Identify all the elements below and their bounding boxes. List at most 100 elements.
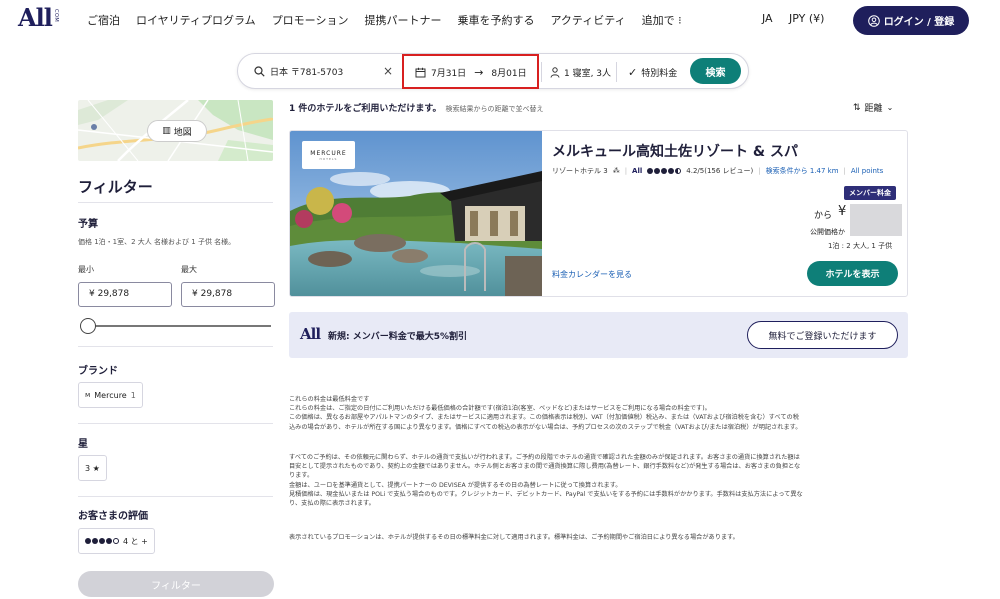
search-icon — [254, 66, 265, 77]
hotel-card[interactable]: MERCURE HOTELS メルキュール高知土佐リゾート & スパ リゾートホ… — [289, 130, 908, 297]
disclaimer-line: この価格は、異なるお部屋やアパルトマンのタイプ、またはサービスに適用されます。こ… — [289, 414, 799, 422]
brand-chip-mercure[interactable]: ᴍ Mercure 1 — [78, 382, 143, 408]
hotel-rating[interactable]: 4.2/5(156 レビュー) — [686, 166, 753, 176]
sort-icon: ⇅ — [853, 102, 861, 113]
disclaimer-line: 込みの場合があり、ホテルが所在する国により異なります。価格にすべての税込の表示が… — [289, 423, 802, 431]
max-price-input[interactable]: ¥ 29,878 — [181, 282, 275, 307]
min-price-label: 最小 — [78, 265, 94, 274]
price-slider-handle[interactable] — [80, 318, 96, 334]
search-divider — [616, 62, 617, 82]
user-icon — [867, 14, 880, 27]
nav-stays[interactable]: ご宿泊 — [87, 12, 120, 28]
hotel-name[interactable]: メルキュール高知土佐リゾート & スパ — [552, 141, 798, 161]
star-chip-3[interactable]: 3 ★ — [78, 455, 107, 481]
budget-title: 予算 — [78, 219, 98, 230]
sort-label: 距離 — [864, 104, 883, 114]
currency-selector[interactable]: JPY (¥) — [789, 12, 824, 25]
rating-dots-icon — [85, 538, 119, 544]
all-points-link[interactable]: All points — [851, 167, 883, 175]
rating-dot — [668, 168, 675, 174]
map-icon: ▥ — [162, 126, 171, 136]
divider — [78, 423, 273, 424]
divider — [78, 496, 273, 497]
public-price-label: 公開価格か — [810, 228, 845, 236]
disclaimer-line: これらの料金は、ご指定の日付にご利用いただける最低価格の合計額です(宿泊1泊(客… — [289, 405, 711, 413]
brand-title: ブランド — [78, 366, 118, 377]
per-stay-note: 1泊 : 2 大人, 1 子供 — [828, 242, 893, 250]
person-icon — [550, 67, 560, 78]
hotel-distance: 検索条件から 1.47 km — [765, 167, 839, 175]
results-count-text: 1 件のホテルをご利用いただけます。 — [289, 104, 442, 114]
meta-separator: | — [624, 167, 628, 175]
price-slider-track[interactable] — [88, 325, 271, 327]
brand-badge-sub: HOTELS — [319, 156, 338, 161]
price-value-redacted — [850, 204, 902, 236]
rating-dot — [647, 168, 654, 174]
calendar-icon — [415, 67, 426, 78]
guests-field[interactable]: 1 寝室, 3人 — [550, 66, 611, 79]
nav-activities[interactable]: アクティビティ — [550, 12, 625, 28]
promo-text: 新規: メンバー料金で最大5%割引 — [328, 332, 468, 342]
all-mini-logo: All — [632, 167, 643, 175]
nav-book-ride[interactable]: 乗車を予約する — [457, 12, 534, 28]
disclaimer-line: 金額は、ユーロを基準通貨として、提携パートナーの DEVISEA が提供するその… — [289, 481, 622, 489]
disclaimer-promotions: 表示されているプロモーションは、ホテルが提供するその日の標準料金に対して適用され… — [289, 533, 907, 542]
search-divider — [541, 62, 542, 82]
rating-dot — [661, 168, 668, 174]
location-field[interactable]: 日本 〒781-5703 — [254, 65, 343, 78]
disclaimer-line: 表示されているプロモーションは、ホテルが提供するその日の標準料金に対して適用され… — [289, 534, 739, 541]
hotel-type: リゾートホテル 3 — [552, 167, 608, 175]
free-signup-button[interactable]: 無料でご登録いただけます — [747, 321, 898, 349]
disclaimer-line: これらの料金は最低料金です — [289, 396, 370, 403]
nav-more[interactable]: 追加で ⁝ — [642, 12, 682, 28]
logo-suffix: COM — [52, 9, 59, 23]
divider — [78, 202, 273, 203]
sort-dropdown[interactable]: ⇅ 距離 ⌄ — [853, 101, 894, 115]
hotel-meta: リゾートホテル 3 ⁂ | All 4.2/5(156 レビュー) | 検索条件… — [552, 166, 883, 176]
nav-partners[interactable]: 提携パートナー — [364, 12, 441, 28]
meta-separator: | — [758, 167, 761, 175]
date-range-field[interactable]: 7月31日 → 8月01日 — [415, 66, 527, 79]
brand-chip-label: Mercure — [94, 390, 127, 400]
min-price-input[interactable]: ¥ 29,878 — [78, 282, 172, 307]
chevron-down-icon: ⌄ — [886, 103, 894, 112]
member-rate-badge: メンバー料金 — [844, 186, 896, 200]
brand-chip-count: 1 — [130, 390, 136, 400]
meta-separator: | — [843, 167, 846, 175]
disclaimer-line: り、支払の際に表示されます。 — [289, 500, 375, 508]
search-button[interactable]: 検索 — [690, 58, 741, 84]
disclaimer-currency: すべてのご予約は、その依頼元に関わらず、ホテルの通貨で支払いが行われます。ご予約… — [289, 453, 907, 508]
disclaimer-line: すべてのご予約は、その依頼元に関わらず、ホテルの通貨で支払いが行われます。ご予約… — [289, 454, 800, 461]
map-button[interactable]: ▥ 地図 — [147, 120, 207, 142]
disclaimer-line: ります。 — [289, 472, 314, 480]
view-hotel-button[interactable]: ホテルを表示 — [807, 261, 898, 286]
disclaimer-rates: これらの料金は最低料金です これらの料金は、ご指定の日付にご利用いただける最低価… — [289, 395, 907, 432]
results-sort-note: 検索結果からの距離で並べ替え — [445, 105, 544, 113]
rating-dots — [647, 168, 682, 174]
language-selector[interactable]: JA — [762, 12, 773, 25]
location-value: 日本 〒781-5703 — [270, 68, 344, 78]
login-button[interactable]: ログイン / 登録 — [853, 6, 969, 35]
rating-chip-4plus[interactable]: 4 と + — [78, 528, 155, 554]
rate-calendar-link[interactable]: 料金カレンダーを見る — [552, 269, 632, 280]
apply-filter-button[interactable]: フィルター — [78, 571, 274, 597]
map-label: 地図 — [173, 127, 192, 138]
nav-loyalty[interactable]: ロイヤリティプログラム — [136, 12, 256, 28]
budget-note: 価格 1泊・1室、2 大人 名様および 1 子供 名様。 — [78, 238, 236, 246]
max-price-label: 最大 — [181, 265, 197, 274]
special-rate-label: 特別料金 — [641, 69, 678, 79]
all-logo[interactable]: All COM — [18, 6, 59, 30]
rating-dot — [654, 168, 661, 174]
clear-location-icon[interactable]: × — [383, 64, 393, 78]
guest-rating-title: お客さまの評価 — [78, 511, 148, 522]
guests-value: 1 寝室, 3人 — [564, 69, 612, 79]
checkout-date: 8月01日 — [491, 69, 527, 79]
top-header: All COM ご宿泊 ロイヤリティプログラム プロモーション 提携パートナー … — [0, 0, 1000, 40]
special-rate-field[interactable]: ✓ 特別料金 — [628, 66, 677, 79]
rating-chip-label: 4 と + — [123, 536, 148, 546]
divider — [78, 346, 273, 347]
filter-title: フィルター — [78, 178, 153, 196]
nav-promotions[interactable]: プロモーション — [272, 12, 349, 28]
mercure-brand-badge: MERCURE HOTELS — [302, 141, 355, 169]
member-promo-banner: All 新規: メンバー料金で最大5%割引 無料でご登録いただけます — [289, 312, 908, 358]
